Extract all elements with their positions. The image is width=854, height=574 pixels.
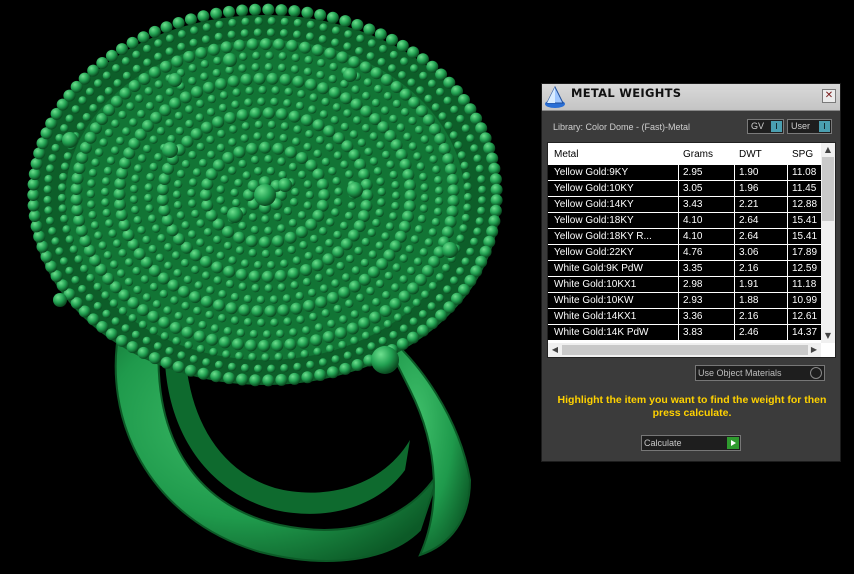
dwt-cell: 1.96 bbox=[739, 183, 759, 194]
metal-cell: White Gold:9K PdW bbox=[554, 263, 643, 274]
column-header-spg[interactable]: SPG bbox=[792, 149, 813, 160]
pyramid-app-icon bbox=[545, 85, 565, 108]
metal-cell: White Gold:14K PdW bbox=[554, 327, 649, 338]
scroll-left-icon[interactable]: ◀ bbox=[550, 345, 560, 355]
metal-weights-table: Metal Grams DWT SPG Yellow Gold:9KY 2.95 1… bbox=[547, 142, 836, 358]
table-row[interactable]: Yellow Gold:22KY 4.76 3.06 17.89 bbox=[548, 245, 822, 261]
dwt-cell: 1.88 bbox=[739, 295, 759, 306]
grams-cell: 2.93 bbox=[683, 295, 703, 306]
grams-cell: 4.76 bbox=[683, 247, 703, 258]
grams-cell: 3.83 bbox=[683, 327, 703, 338]
table-row[interactable]: Yellow Gold:18KY 4.10 2.64 15.41 bbox=[548, 213, 822, 229]
table-row[interactable]: Yellow Gold:18KY R... 4.10 2.64 15.41 bbox=[548, 229, 822, 245]
toggle-knob-icon bbox=[810, 367, 822, 379]
panel-title: METAL WEIGHTS bbox=[571, 86, 682, 100]
scroll-down-icon[interactable]: ▼ bbox=[823, 331, 833, 341]
gv-indicator: I bbox=[771, 121, 782, 132]
grams-cell: 2.98 bbox=[683, 279, 703, 290]
user-indicator: I bbox=[819, 121, 830, 132]
metal-cell: Yellow Gold:14KY bbox=[554, 199, 634, 210]
use-object-materials-label: Use Object Materials bbox=[698, 368, 782, 378]
grams-cell: 4.10 bbox=[683, 231, 703, 242]
metal-cell: White Gold:14KX1 bbox=[554, 311, 637, 322]
column-header-dwt[interactable]: DWT bbox=[739, 149, 762, 160]
metal-cell: Yellow Gold:18KY bbox=[554, 215, 634, 226]
table-row[interactable]: White Gold:10KW 2.93 1.88 10.99 bbox=[548, 293, 822, 309]
table-row[interactable]: Yellow Gold:10KY 3.05 1.96 11.45 bbox=[548, 181, 822, 197]
grams-cell: 3.43 bbox=[683, 199, 703, 210]
calculate-button[interactable]: Calculate bbox=[641, 435, 741, 451]
instruction-text: Highlight the item you want to find the … bbox=[557, 394, 827, 419]
table-row[interactable]: White Gold:9K PdW 3.35 2.16 12.59 bbox=[548, 261, 822, 277]
table-row[interactable]: Yellow Gold:9KY 2.95 1.90 11.08 bbox=[548, 165, 822, 181]
use-object-materials-toggle[interactable]: Use Object Materials bbox=[695, 365, 825, 381]
panel-titlebar[interactable]: METAL WEIGHTS ✕ bbox=[542, 84, 840, 111]
grams-cell: 2.95 bbox=[683, 167, 703, 178]
metal-weights-panel: METAL WEIGHTS ✕ Library: Color Dome - (F… bbox=[541, 83, 841, 462]
dwt-cell: 2.64 bbox=[739, 215, 759, 226]
dwt-cell: 2.16 bbox=[739, 263, 759, 274]
column-header-grams[interactable]: Grams bbox=[683, 149, 713, 160]
metal-cell: White Gold:10KX1 bbox=[554, 279, 637, 290]
grams-cell: 4.10 bbox=[683, 215, 703, 226]
gv-toggle[interactable]: GV I bbox=[747, 119, 784, 134]
table-row[interactable]: White Gold:14KX1 3.36 2.16 12.61 bbox=[548, 309, 822, 325]
library-label: Library: Color Dome - (Fast)-Metal bbox=[553, 122, 691, 132]
scroll-up-icon[interactable]: ▲ bbox=[823, 145, 833, 155]
dwt-cell: 1.90 bbox=[739, 167, 759, 178]
grams-cell: 3.35 bbox=[683, 263, 703, 274]
dwt-cell: 2.46 bbox=[739, 327, 759, 338]
gv-label: GV bbox=[751, 121, 765, 131]
metal-cell: Yellow Gold:9KY bbox=[554, 167, 629, 178]
table-row[interactable]: White Gold:14K PdW 3.83 2.46 14.37 bbox=[548, 325, 822, 341]
dwt-cell: 1.91 bbox=[739, 279, 759, 290]
user-label: User bbox=[791, 121, 811, 131]
play-arrow-icon bbox=[727, 437, 739, 449]
metal-cell: Yellow Gold:10KY bbox=[554, 183, 634, 194]
horizontal-scrollbar[interactable]: ◀ ▶ bbox=[548, 343, 821, 357]
dwt-cell: 3.06 bbox=[739, 247, 759, 258]
close-button[interactable]: ✕ bbox=[822, 89, 836, 103]
column-header-metal[interactable]: Metal bbox=[554, 149, 578, 160]
close-icon: ✕ bbox=[824, 90, 834, 101]
vertical-scrollbar[interactable]: ▲ ▼ bbox=[821, 143, 835, 343]
table-row[interactable]: White Gold:10KX1 2.98 1.91 11.18 bbox=[548, 277, 822, 293]
table-header: Metal Grams DWT SPG bbox=[548, 143, 822, 165]
user-toggle[interactable]: User I bbox=[787, 119, 832, 134]
ring-model-render bbox=[27, 3, 503, 562]
calculate-label: Calculate bbox=[644, 438, 682, 448]
dwt-cell: 2.64 bbox=[739, 231, 759, 242]
table-row[interactable]: Yellow Gold:14KY 3.43 2.21 12.88 bbox=[548, 197, 822, 213]
dwt-cell: 2.16 bbox=[739, 311, 759, 322]
dwt-cell: 2.21 bbox=[739, 199, 759, 210]
vertical-scroll-thumb[interactable] bbox=[822, 157, 834, 221]
metal-cell: Yellow Gold:18KY R... bbox=[554, 231, 652, 242]
scroll-right-icon[interactable]: ▶ bbox=[809, 345, 819, 355]
horizontal-scroll-thumb[interactable] bbox=[562, 345, 808, 355]
grams-cell: 3.36 bbox=[683, 311, 703, 322]
metal-cell: Yellow Gold:22KY bbox=[554, 247, 634, 258]
grams-cell: 3.05 bbox=[683, 183, 703, 194]
metal-cell: White Gold:10KW bbox=[554, 295, 634, 306]
